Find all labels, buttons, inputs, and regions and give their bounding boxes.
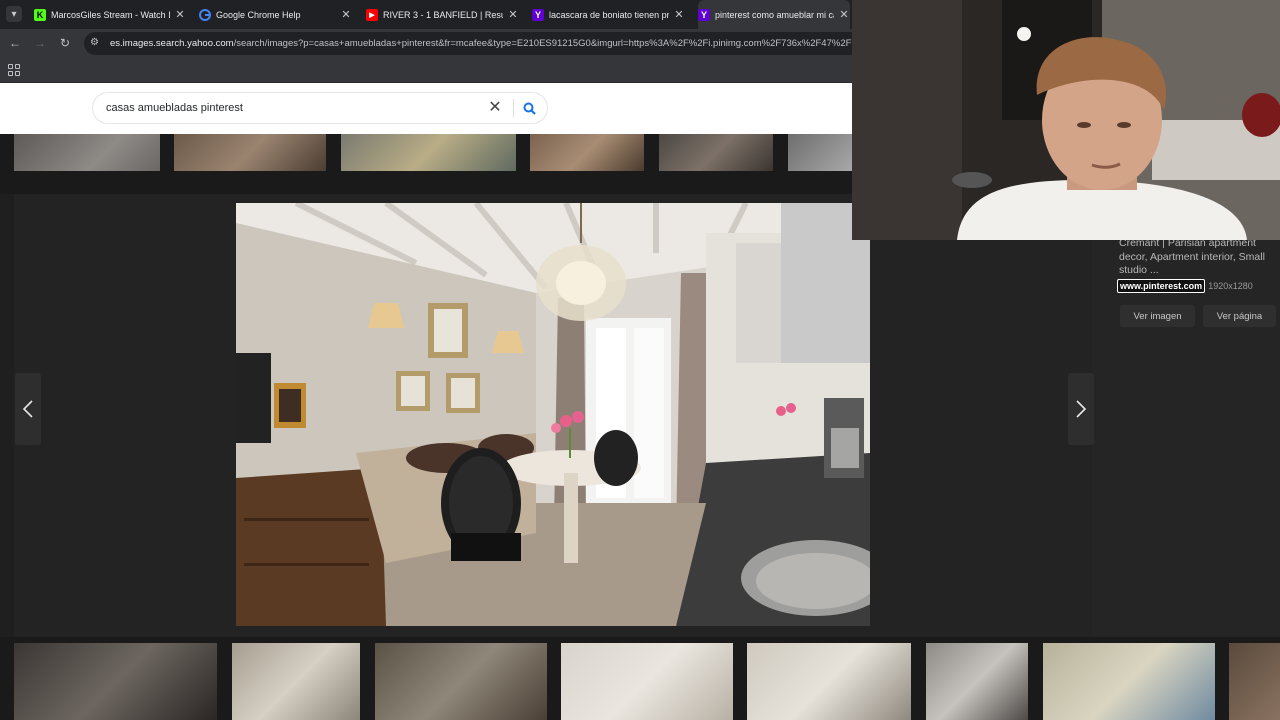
close-icon[interactable]: ✕	[340, 8, 352, 21]
image-info-panel	[1092, 240, 1280, 637]
thumbnail[interactable]	[926, 643, 1028, 720]
main-image[interactable]	[236, 203, 870, 626]
thumbnail[interactable]	[232, 643, 360, 720]
kick-icon: K	[34, 8, 46, 21]
thumbnail[interactable]	[530, 134, 644, 171]
tab-pinterest-active[interactable]: Y pinterest como amueblar mi ca ✕	[698, 0, 850, 29]
thumbnail[interactable]	[1229, 643, 1280, 720]
thumbnail-row-bottom	[0, 637, 1280, 720]
thumbnail-row-top	[0, 134, 852, 194]
tab-title: Google Chrome Help	[216, 9, 301, 20]
thumbnail[interactable]	[341, 134, 516, 171]
divider	[513, 99, 514, 117]
thumbnail[interactable]	[747, 643, 911, 720]
source-line: www.pinterest.com 1920x1280	[1117, 279, 1253, 293]
close-icon[interactable]: ✕	[673, 8, 685, 21]
back-button[interactable]: ←	[7, 35, 23, 51]
thumbnail[interactable]	[375, 643, 547, 720]
yahoo-icon: Y	[698, 8, 710, 21]
tab-title: pinterest como amueblar mi ca	[715, 9, 834, 20]
site-settings-icon[interactable]: ⚙	[90, 37, 102, 49]
image-dimensions: 1920x1280	[1208, 281, 1253, 291]
forward-button[interactable]: →	[32, 35, 48, 51]
tab-search-button[interactable]: ▾	[6, 6, 22, 22]
thumbnail[interactable]	[659, 134, 773, 171]
search-icon[interactable]	[521, 100, 539, 118]
tab-title: lacascara de boniato tienen pro	[549, 9, 669, 20]
source-link[interactable]: www.pinterest.com	[1117, 279, 1206, 293]
thumbnail[interactable]	[561, 643, 733, 720]
thumbnail[interactable]	[1043, 643, 1215, 720]
thumbnail[interactable]	[14, 643, 217, 720]
tab-marcosgiles[interactable]: K MarcosGiles Stream - Watch Li ✕	[34, 0, 186, 29]
webcam-overlay	[852, 0, 1280, 240]
tab-chrome-help[interactable]: Google Chrome Help ✕	[199, 0, 352, 29]
tab-title: MarcosGiles Stream - Watch Li	[51, 9, 170, 20]
close-icon[interactable]: ✕	[174, 8, 186, 21]
search-box[interactable]: casas amuebladas pinterest ✕	[92, 92, 548, 124]
yahoo-icon: Y	[532, 8, 544, 21]
close-icon[interactable]: ✕	[838, 8, 850, 21]
address-bar[interactable]: ⚙ es.images.search.yahoo.com/search/imag…	[84, 32, 852, 55]
chevron-left-icon	[22, 400, 33, 418]
search-input[interactable]: casas amuebladas pinterest	[106, 102, 243, 114]
tab-title: RIVER 3 - 1 BANFIELD | Resume	[383, 9, 503, 20]
bookmarks-bar	[0, 58, 852, 83]
browser-toolbar: ← → ↻ ⚙ es.images.search.yahoo.com/searc…	[0, 29, 852, 58]
next-image-button[interactable]	[1068, 373, 1094, 445]
previous-image-button[interactable]	[15, 373, 41, 445]
clear-icon[interactable]: ✕	[486, 99, 504, 117]
google-icon	[199, 8, 211, 21]
tab-boniato[interactable]: Y lacascara de boniato tienen pro ✕	[532, 0, 685, 29]
view-image-button[interactable]: Ver imagen	[1120, 305, 1195, 327]
thumbnail[interactable]	[174, 134, 326, 171]
tab-river[interactable]: ▶ RIVER 3 - 1 BANFIELD | Resume ✕	[366, 0, 519, 29]
youtube-icon: ▶	[366, 8, 378, 21]
image-description: Cremant | Parisian apartment decor, Apar…	[1119, 237, 1265, 276]
url-text: es.images.search.yahoo.com/search/images…	[110, 38, 852, 49]
chevron-right-icon	[1076, 400, 1087, 418]
view-page-button[interactable]: Ver página	[1203, 305, 1276, 327]
close-icon[interactable]: ✕	[507, 8, 519, 21]
thumbnail[interactable]	[14, 134, 160, 171]
tab-strip: ▾ K MarcosGiles Stream - Watch Li ✕ Goog…	[0, 0, 852, 29]
apps-grid-icon[interactable]	[8, 64, 20, 76]
thumbnail[interactable]	[788, 134, 852, 171]
search-header: casas amuebladas pinterest ✕	[0, 83, 852, 134]
reload-button[interactable]: ↻	[57, 35, 73, 51]
